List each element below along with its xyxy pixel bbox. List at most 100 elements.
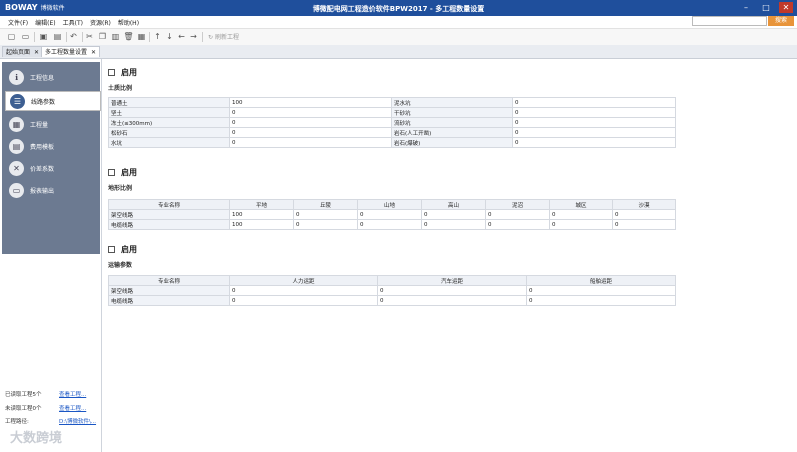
project-path-link[interactable]: D:\博微软件\...: [59, 417, 96, 425]
column-header: 城区: [549, 199, 613, 210]
table-cell[interactable]: 0: [612, 219, 676, 230]
table-cell[interactable]: 100: [229, 209, 294, 220]
checkbox-icon: [108, 169, 115, 176]
table-cell[interactable]: 0: [357, 219, 422, 230]
table-cell[interactable]: 0: [512, 117, 676, 128]
table-cell: 岩石(人工开凿): [391, 127, 513, 138]
terrain-ratio-table: 专业名称 平地 丘陵 山地 高山 泥沼 城区 沙漠 架空线路 100 0 0 0…: [108, 199, 676, 230]
table-cell[interactable]: 0: [229, 285, 378, 296]
minimize-button[interactable]: –: [739, 2, 753, 13]
sidebar-item-quantities[interactable]: ▦ 工程量: [5, 114, 101, 134]
table-cell: 水坑: [108, 137, 230, 148]
move-right-icon[interactable]: →: [188, 31, 199, 42]
table-row: 坚土 0 干砂坑 0: [108, 107, 676, 118]
table-cell[interactable]: 0: [485, 209, 550, 220]
table-cell[interactable]: 0: [229, 295, 378, 306]
refresh-icon: ↻: [208, 34, 214, 41]
cut-icon[interactable]: ✂: [84, 31, 95, 42]
table-row: 架空线路 100 0 0 0 0 0 0: [108, 209, 676, 220]
soil-enable-checkbox[interactable]: 启用: [108, 67, 137, 78]
refresh-project-button[interactable]: ↻ 刷新工程: [208, 32, 239, 41]
table-cell[interactable]: 0: [377, 295, 527, 306]
search-input[interactable]: [692, 16, 767, 26]
table-cell[interactable]: 0: [229, 137, 392, 148]
close-button[interactable]: ✕: [779, 2, 793, 13]
tab-start-page[interactable]: 起始页面 ✕: [2, 46, 44, 57]
table-cell[interactable]: 0: [229, 127, 392, 138]
transport-params-table: 专业名称 人力运距 汽车运距 船舶运距 架空线路 0 0 0 电缆线路 0 0 …: [108, 275, 676, 306]
menu-resources[interactable]: 资源(R): [90, 18, 111, 27]
sidebar-item-project-info[interactable]: ℹ 工程信息: [5, 67, 101, 87]
save-icon[interactable]: ▣: [38, 31, 49, 42]
sidebar-item-label: 线路参数: [31, 98, 56, 106]
move-left-icon[interactable]: ←: [176, 31, 187, 42]
sidebar-item-price-coef[interactable]: ✕ 价差系数: [5, 158, 101, 178]
sidebar-item-report[interactable]: ▭ 报表输出: [5, 180, 101, 200]
column-header: 船舶运距: [526, 275, 676, 286]
column-header: 平地: [229, 199, 294, 210]
properties-icon[interactable]: ▦: [136, 31, 147, 42]
copy-icon[interactable]: ❐: [97, 31, 108, 42]
undo-icon[interactable]: ↶: [68, 31, 79, 42]
table-cell[interactable]: 0: [485, 219, 550, 230]
table-cell[interactable]: 0: [293, 219, 358, 230]
table-cell[interactable]: 0: [421, 219, 486, 230]
table-cell[interactable]: 0: [612, 209, 676, 220]
column-header: 泥沼: [485, 199, 550, 210]
checkbox-icon: [108, 246, 115, 253]
table-cell[interactable]: 0: [293, 209, 358, 220]
maximize-button[interactable]: □: [759, 2, 773, 13]
table-cell[interactable]: 0: [512, 97, 676, 108]
table-cell[interactable]: 0: [512, 127, 676, 138]
terrain-enable-checkbox[interactable]: 启用: [108, 167, 137, 178]
sidebar-item-line-params[interactable]: ☰ 线路参数: [5, 91, 101, 111]
loaded-projects-info: 已读取工程5个 查看工程...: [5, 390, 86, 398]
table-cell: 坚土: [108, 107, 230, 118]
paste-icon[interactable]: ▥: [110, 31, 121, 42]
column-header: 专业名称: [108, 199, 230, 210]
close-tab-icon[interactable]: ✕: [91, 49, 96, 56]
table-cell[interactable]: 0: [512, 107, 676, 118]
sidebar-item-cost-template[interactable]: ▤ 费用模板: [5, 136, 101, 156]
table-cell[interactable]: 0: [512, 137, 676, 148]
column-header: 人力运距: [229, 275, 378, 286]
table-cell[interactable]: 0: [357, 209, 422, 220]
unloaded-projects-label: 未读取工程0个: [5, 406, 42, 412]
menu-edit[interactable]: 编辑(E): [35, 18, 55, 27]
table-cell[interactable]: 100: [229, 97, 392, 108]
delete-icon[interactable]: 🗑: [123, 31, 134, 42]
search-button[interactable]: 搜索: [768, 16, 794, 26]
move-up-icon[interactable]: ↑: [152, 31, 163, 42]
table-cell[interactable]: 0: [549, 219, 613, 230]
column-header: 高山: [421, 199, 486, 210]
table-cell[interactable]: 0: [229, 117, 392, 128]
enable-label: 启用: [121, 245, 137, 254]
project-path-info: 工程路径: D:\博微软件\...: [5, 417, 96, 425]
column-header: 汽车运距: [377, 275, 527, 286]
table-cell[interactable]: 0: [526, 285, 676, 296]
table-cell[interactable]: 0: [377, 285, 527, 296]
table-cell[interactable]: 0: [526, 295, 676, 306]
menu-file[interactable]: 文件(F): [8, 18, 28, 27]
new-file-icon[interactable]: ▢: [6, 31, 17, 42]
table-row: 普通土 100 泥水坑 0: [108, 97, 676, 108]
table-cell[interactable]: 100: [229, 219, 294, 230]
tab-multi-project-settings[interactable]: 多工程数量设置 ✕: [41, 46, 101, 57]
table-cell[interactable]: 0: [421, 209, 486, 220]
transport-enable-checkbox[interactable]: 启用: [108, 244, 137, 255]
table-cell: 冻土(≤300mm): [108, 117, 230, 128]
close-tab-icon[interactable]: ✕: [34, 49, 39, 56]
table-cell[interactable]: 0: [549, 209, 613, 220]
table-cell[interactable]: 0: [229, 107, 392, 118]
save-as-icon[interactable]: ▤: [52, 31, 63, 42]
column-header: 山地: [357, 199, 422, 210]
menu-help[interactable]: 帮助(H): [118, 18, 139, 27]
view-loaded-projects-link[interactable]: 查看工程...: [59, 390, 86, 398]
tab-bar: 起始页面 ✕ 多工程数量设置 ✕: [0, 45, 797, 59]
open-folder-icon[interactable]: ▭: [20, 31, 31, 42]
move-down-icon[interactable]: ↓: [164, 31, 175, 42]
menu-tools[interactable]: 工具(T): [63, 18, 83, 27]
view-unloaded-projects-link[interactable]: 查看工程...: [59, 404, 86, 412]
table-header-row: 专业名称 人力运距 汽车运距 船舶运距: [108, 275, 676, 286]
refresh-project-label: 刷新工程: [214, 34, 239, 41]
